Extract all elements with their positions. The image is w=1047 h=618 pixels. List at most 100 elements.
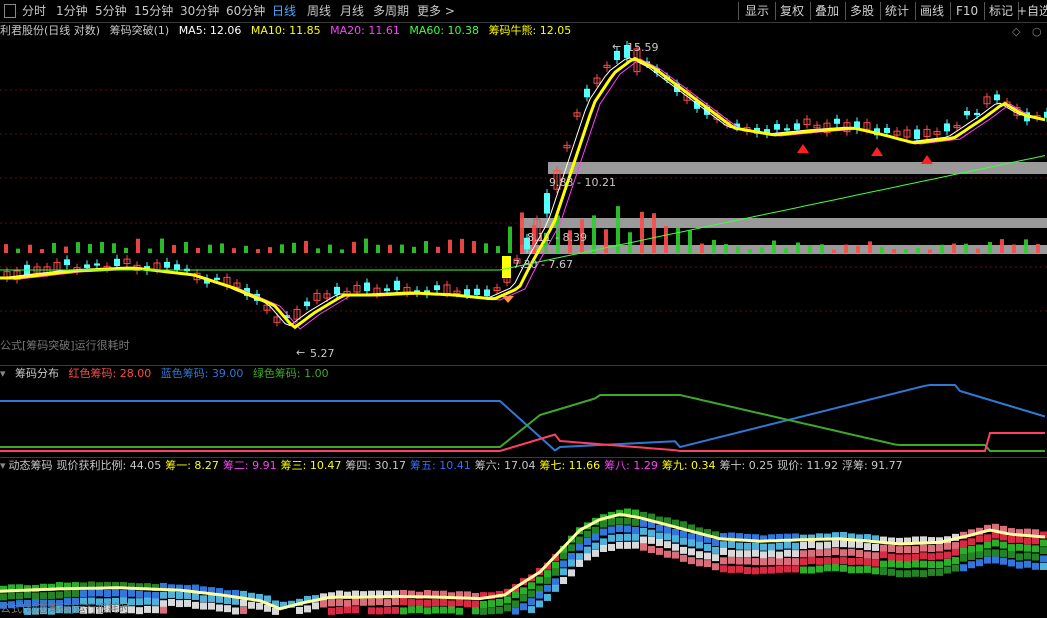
chip-block bbox=[752, 542, 759, 550]
chip-block bbox=[720, 547, 727, 555]
chip-block bbox=[8, 592, 15, 600]
tab-1min[interactable]: 1分钟 bbox=[56, 3, 88, 19]
chip-block bbox=[88, 589, 95, 597]
tab-15min[interactable]: 15分钟 bbox=[134, 3, 173, 19]
chip-distribution-chart[interactable] bbox=[0, 381, 1047, 457]
chip-block bbox=[576, 536, 583, 544]
tab-weekly[interactable]: 周线 bbox=[307, 3, 331, 19]
dynamic-panel-menu-icon[interactable]: ▾ bbox=[0, 459, 6, 472]
tab-multi-period[interactable]: 多周期 bbox=[373, 3, 409, 19]
chip-block bbox=[648, 536, 655, 544]
tab-60min[interactable]: 60分钟 bbox=[226, 3, 265, 19]
restore-rights-button[interactable]: 复权 bbox=[780, 3, 804, 19]
diamond-icon[interactable]: ◇ bbox=[1012, 25, 1020, 38]
chip-block bbox=[720, 541, 727, 549]
chip-block bbox=[376, 598, 383, 606]
volume-bar bbox=[388, 244, 392, 253]
volume-bar bbox=[196, 247, 200, 253]
chip-block bbox=[896, 570, 903, 578]
chip-block bbox=[704, 560, 711, 568]
display-button[interactable]: 显示 bbox=[745, 3, 769, 19]
chip-block bbox=[880, 560, 887, 568]
ma60-value: MA60: 10.38 bbox=[409, 24, 480, 37]
chip-block bbox=[552, 561, 559, 569]
chip-block bbox=[976, 559, 983, 567]
chip-block bbox=[808, 541, 815, 549]
candle-body bbox=[964, 110, 970, 116]
tab-5min[interactable]: 5分钟 bbox=[95, 3, 127, 19]
f10-button[interactable]: F10 bbox=[956, 3, 978, 19]
chip-block bbox=[528, 582, 535, 590]
chip-block bbox=[584, 553, 591, 561]
tab-monthly[interactable]: 月线 bbox=[340, 3, 364, 19]
chip-range-label-1: 9.83 - 10.21 bbox=[549, 176, 616, 189]
chip-block bbox=[920, 560, 927, 568]
volume-bar bbox=[448, 239, 452, 253]
draw-line-button[interactable]: 画线 bbox=[920, 3, 944, 19]
dynamic-chip-chart[interactable]: 公式[动态筹码]运行很耗时 bbox=[0, 473, 1047, 618]
chip-block bbox=[728, 541, 735, 549]
chip-3-value: 筹三: 10.47 bbox=[280, 459, 342, 472]
chip-block bbox=[1032, 553, 1039, 561]
chip-block bbox=[872, 552, 879, 560]
chip-block bbox=[576, 553, 583, 561]
multi-stock-button[interactable]: 多股 bbox=[850, 3, 874, 19]
tab-fenshi[interactable]: 分时 bbox=[22, 3, 46, 19]
volume-bar bbox=[4, 244, 8, 253]
chip-block bbox=[640, 527, 647, 535]
chip-block bbox=[32, 592, 39, 600]
volume-bar bbox=[496, 246, 500, 253]
chip-panel-menu-icon[interactable]: ▾ bbox=[0, 367, 6, 380]
chip-block bbox=[560, 577, 567, 585]
chip-block bbox=[696, 559, 703, 567]
volume-bar bbox=[88, 244, 92, 253]
chip-block bbox=[1008, 559, 1015, 567]
chip-block bbox=[488, 607, 495, 615]
chip-band bbox=[548, 162, 1047, 174]
volume-bar bbox=[64, 246, 68, 253]
chip-block bbox=[904, 570, 911, 578]
mark-button[interactable]: 标记 bbox=[989, 3, 1013, 19]
chip-block bbox=[152, 592, 159, 600]
tab-more[interactable]: 更多 > bbox=[417, 3, 455, 19]
chip-block bbox=[848, 540, 855, 548]
indicator-name[interactable]: 筹码突破(1) bbox=[110, 24, 170, 37]
tab-30min[interactable]: 30分钟 bbox=[180, 3, 219, 19]
circle-icon[interactable]: ○ bbox=[1032, 25, 1042, 38]
chip-block bbox=[984, 549, 991, 557]
chip-block bbox=[936, 561, 943, 569]
chip-block bbox=[488, 600, 495, 608]
chip-block bbox=[552, 584, 559, 592]
chip-block bbox=[24, 591, 31, 599]
chip-block bbox=[176, 600, 183, 608]
candle-body bbox=[914, 129, 920, 140]
chip-block bbox=[1016, 561, 1023, 569]
toolbar-divider bbox=[915, 2, 916, 20]
chip-2-value: 筹二: 9.91 bbox=[222, 459, 277, 472]
price-chart[interactable]: 15.59 ← 5.27 ← 9.83 - 10.21 8.11 - 8.39 … bbox=[0, 38, 1047, 365]
volume-bar bbox=[280, 244, 284, 253]
volume-bar bbox=[400, 244, 404, 253]
chip-block bbox=[152, 606, 159, 614]
dynamic-panel-name[interactable]: 动态筹码 bbox=[9, 459, 53, 472]
window-icon[interactable] bbox=[4, 4, 16, 18]
chip-panel-name[interactable]: 筹码分布 bbox=[15, 367, 59, 380]
chip-block bbox=[408, 606, 415, 614]
sell-signal-icon bbox=[871, 147, 883, 156]
toolbar-divider bbox=[775, 2, 776, 20]
chip-block bbox=[632, 526, 639, 534]
tab-daily[interactable]: 日线 bbox=[272, 3, 296, 19]
volume-bar bbox=[100, 241, 104, 253]
chip-block bbox=[864, 543, 871, 551]
chip-block bbox=[640, 543, 647, 551]
statistics-button[interactable]: 统计 bbox=[885, 3, 909, 19]
chip-block bbox=[992, 556, 999, 564]
chip-block bbox=[968, 538, 975, 546]
volume-bar bbox=[736, 246, 740, 253]
chip-block bbox=[752, 567, 759, 575]
chip-block bbox=[312, 602, 319, 610]
add-watchlist-button[interactable]: +自选 bbox=[1017, 3, 1047, 19]
overlay-button[interactable]: 叠加 bbox=[815, 3, 839, 19]
chip-block bbox=[792, 542, 799, 550]
chip-block bbox=[912, 553, 919, 561]
